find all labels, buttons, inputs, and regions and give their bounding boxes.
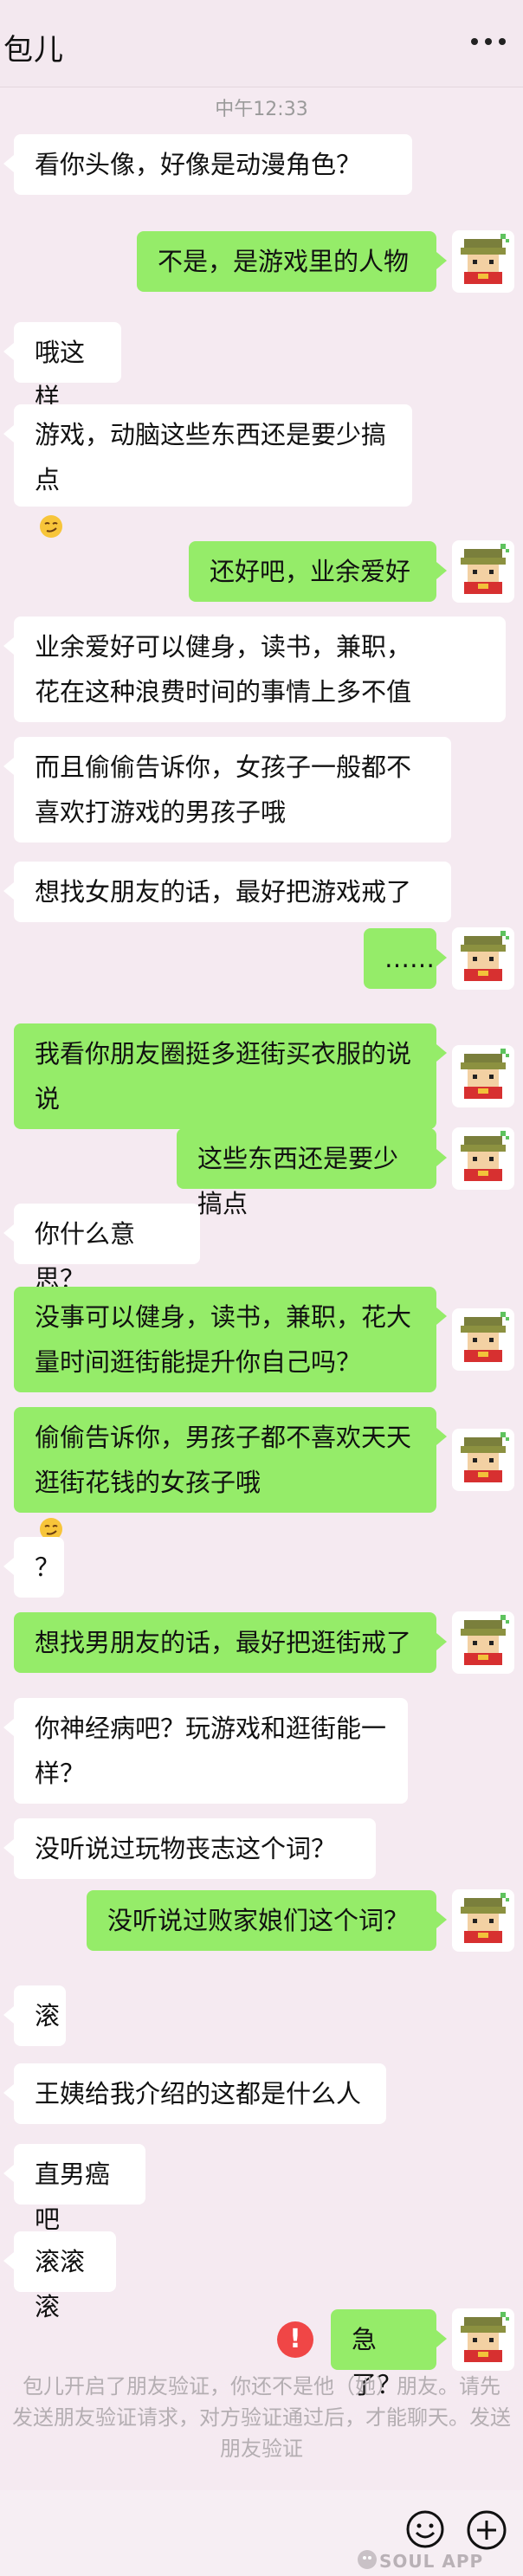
- message-text: 而且偷偷告诉你，女孩子一般都不 喜欢打游戏的男孩子哦: [35, 752, 412, 827]
- message-bubble[interactable]: 直男癌吧: [3, 2144, 145, 2234]
- message-text: 你什么意思？: [35, 1219, 136, 1294]
- avatar[interactable]: [452, 1045, 514, 1107]
- message-bubble[interactable]: 还好吧，业余爱好: [189, 541, 447, 602]
- chat-header: 包儿: [0, 0, 523, 87]
- message-text: 游戏，动脑这些东西还是要少搞点: [35, 420, 387, 494]
- message-text: 直男癌吧: [35, 2160, 111, 2234]
- message-text: 滚滚滚: [35, 2247, 86, 2321]
- message-text: ？: [35, 1553, 61, 1582]
- soul-logo-icon: [358, 2550, 377, 2569]
- message-bubble[interactable]: ？: [3, 1537, 64, 1598]
- avatar[interactable]: [452, 927, 514, 990]
- failed-send-icon[interactable]: !: [277, 2321, 313, 2358]
- avatar[interactable]: [452, 1611, 514, 1674]
- message-text: 想找男朋友的话，最好把逛街戒了: [35, 1628, 412, 1657]
- message-text: 不是，是游戏里的人物: [158, 247, 410, 276]
- message-text: 滚: [35, 2001, 61, 2030]
- message-text: 没事可以健身，读书，兼职，花大 量时间逛街能提升你自己吗？: [35, 1302, 412, 1377]
- message-text: 业余爱好可以健身，读书，兼职， 花在这种浪费时间的事情上多不值: [35, 632, 412, 707]
- contact-name[interactable]: 包儿: [3, 26, 64, 68]
- message-bubble[interactable]: 急了？: [331, 2309, 447, 2399]
- message-bubble[interactable]: 而且偷偷告诉你，女孩子一般都不 喜欢打游戏的男孩子哦: [3, 737, 451, 843]
- message-bubble[interactable]: 游戏，动脑这些东西还是要少搞点: [3, 404, 412, 538]
- message-text: 没听说过败家娘们这个词？: [107, 1906, 410, 1935]
- message-bubble[interactable]: 看你头像，好像是动漫角色？: [3, 134, 412, 195]
- message-bubble[interactable]: 哦这样: [3, 322, 121, 412]
- smirk-emoji: [35, 510, 64, 539]
- message-bubble[interactable]: 想找男朋友的话，最好把逛街戒了: [14, 1612, 447, 1673]
- message-timestamp: 中午12:33: [215, 99, 308, 120]
- message-bubble[interactable]: 业余爱好可以健身，读书，兼职， 花在这种浪费时间的事情上多不值: [3, 617, 506, 722]
- message-bubble[interactable]: 你什么意思？: [3, 1204, 200, 1294]
- message-text: 偷偷告诉你，男孩子都不喜欢天天 逛街花钱的女孩子哦: [35, 1423, 412, 1497]
- message-bubble[interactable]: 滚: [3, 1985, 66, 2046]
- message-text: ……: [384, 944, 435, 973]
- message-text: 王姨给我介绍的这都是什么人: [35, 2079, 362, 2108]
- message-bubble[interactable]: 不是，是游戏里的人物: [137, 231, 447, 292]
- message-text: 还好吧，业余爱好: [210, 557, 411, 586]
- emoji-face-icon[interactable]: [405, 2509, 445, 2549]
- more-dots-icon[interactable]: [471, 33, 506, 50]
- message-text: 看你头像，好像是动漫角色？: [35, 150, 362, 179]
- avatar[interactable]: [452, 1429, 514, 1491]
- message-text: 哦这样: [35, 338, 86, 412]
- avatar[interactable]: [452, 1308, 514, 1371]
- system-notice-line: 包儿开启了朋友验证，你还不是他（她）朋友。请先: [23, 2374, 500, 2398]
- message-text: 没听说过玩物丧志这个词？: [35, 1834, 337, 1863]
- avatar[interactable]: [452, 1889, 514, 1952]
- system-notice-line: 发送朋友验证请求，对方验证通过后，才能聊天。发送: [12, 2405, 511, 2430]
- system-notice: 包儿开启了朋友验证，你还不是他（她）朋友。请先 发送朋友验证请求，对方验证通过后…: [0, 2371, 523, 2464]
- message-bubble[interactable]: 没听说过败家娘们这个词？: [87, 1890, 447, 1951]
- add-circle-icon[interactable]: [466, 2509, 507, 2551]
- message-bubble[interactable]: 偷偷告诉你，男孩子都不喜欢天天 逛街花钱的女孩子哦: [14, 1407, 447, 1540]
- message-text: 想找女朋友的话，最好把游戏戒了: [35, 877, 412, 907]
- avatar[interactable]: [452, 540, 514, 603]
- message-bubble[interactable]: 王姨给我介绍的这都是什么人: [3, 2063, 386, 2124]
- message-bubble[interactable]: 滚滚滚: [3, 2231, 116, 2321]
- message-bubble[interactable]: 你神经病吧？玩游戏和逛街能一 样？: [3, 1698, 408, 1804]
- message-bubble[interactable]: 这些东西还是要少搞点: [177, 1128, 447, 1218]
- message-text: 这些东西还是要少搞点: [197, 1144, 399, 1218]
- message-bubble[interactable]: ……: [364, 928, 447, 989]
- avatar[interactable]: [452, 1127, 514, 1190]
- message-bubble[interactable]: 没听说过玩物丧志这个词？: [3, 1818, 376, 1879]
- message-text: 你神经病吧？玩游戏和逛街能一 样？: [35, 1714, 387, 1788]
- message-bubble[interactable]: 我看你朋友圈挺多逛街买衣服的说 说: [14, 1023, 447, 1129]
- message-bubble[interactable]: 想找女朋友的话，最好把游戏戒了: [3, 862, 451, 922]
- avatar[interactable]: [452, 230, 514, 293]
- message-bubble[interactable]: 没事可以健身，读书，兼职，花大 量时间逛街能提升你自己吗？: [14, 1287, 447, 1392]
- watermark-text: SOUL APP: [379, 2551, 484, 2572]
- message-text: 我看你朋友圈挺多逛街买衣服的说 说: [35, 1039, 412, 1114]
- avatar[interactable]: [452, 2308, 514, 2371]
- verify-request-link[interactable]: 朋友验证: [0, 2433, 523, 2464]
